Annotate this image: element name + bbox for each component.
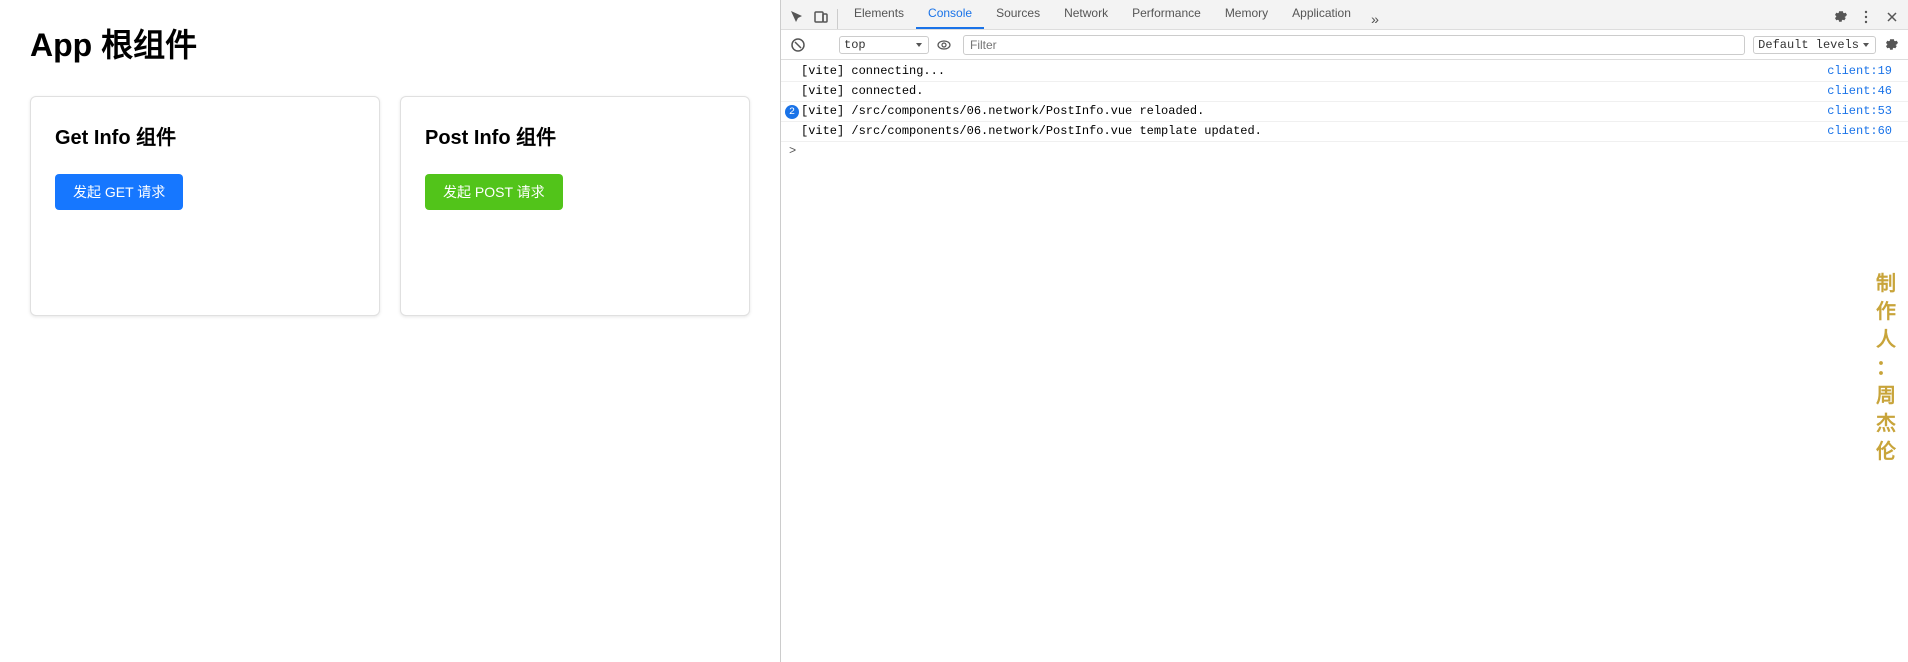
console-log-link-4[interactable]: client:60 <box>1827 124 1892 138</box>
watermark-char: 周 <box>1876 382 1898 410</box>
context-value: top <box>844 38 912 52</box>
tab-console[interactable]: Console <box>916 0 984 29</box>
tabs-more-button[interactable]: » <box>1365 13 1385 29</box>
console-eye-icon[interactable] <box>933 34 955 56</box>
watermark: 制 作 人 ： 周 杰 伦 <box>1876 270 1898 466</box>
console-clear-icon[interactable] <box>787 34 809 56</box>
console-log-text-2: [vite] connected. <box>801 84 1819 98</box>
toolbar-separator <box>837 9 838 29</box>
console-log-text-3: [vite] /src/components/06.network/PostIn… <box>801 104 1819 118</box>
post-info-title: Post Info 组件 <box>425 121 725 150</box>
console-filter-icon[interactable] <box>813 34 835 56</box>
close-devtools-icon[interactable] <box>1880 5 1904 29</box>
console-caret: > <box>789 144 796 158</box>
devtools-tabs-bar: Elements Console Sources Network Perform… <box>781 0 1908 30</box>
post-info-card: Post Info 组件 发起 POST 请求 <box>400 96 750 316</box>
app-title: App 根组件 <box>30 20 750 66</box>
context-dropdown-icon <box>914 40 924 50</box>
console-levels-label: Default levels <box>1758 38 1859 52</box>
console-log-line: [vite] connecting... client:19 <box>781 62 1908 82</box>
console-filter-input[interactable] <box>963 35 1745 55</box>
tab-application[interactable]: Application <box>1280 0 1363 29</box>
components-row: Get Info 组件 发起 GET 请求 Post Info 组件 发起 PO… <box>30 96 750 316</box>
app-panel: App 根组件 Get Info 组件 发起 GET 请求 Post Info … <box>0 0 780 662</box>
console-log-link-1[interactable]: client:19 <box>1827 64 1892 78</box>
more-options-icon[interactable] <box>1854 5 1878 29</box>
watermark-char: 作 <box>1876 298 1898 326</box>
tab-sources[interactable]: Sources <box>984 0 1052 29</box>
watermark-char: 人 <box>1876 326 1898 354</box>
tab-network[interactable]: Network <box>1052 0 1120 29</box>
console-settings-icon[interactable] <box>1880 34 1902 56</box>
watermark-char: 伦 <box>1876 438 1898 466</box>
console-log-line: [vite] connected. client:46 <box>781 82 1908 102</box>
device-toolbar-icon[interactable] <box>809 5 833 29</box>
watermark-char: 制 <box>1876 270 1898 298</box>
settings-icon[interactable] <box>1828 5 1852 29</box>
console-log-link-3[interactable]: client:53 <box>1827 104 1892 118</box>
console-levels-selector[interactable]: Default levels <box>1753 36 1876 54</box>
console-log-link-2[interactable]: client:46 <box>1827 84 1892 98</box>
watermark-char: ： <box>1876 354 1898 382</box>
tab-performance[interactable]: Performance <box>1120 0 1213 29</box>
levels-dropdown-icon <box>1861 40 1871 50</box>
context-selector[interactable]: top <box>839 36 929 54</box>
get-info-card: Get Info 组件 发起 GET 请求 <box>30 96 380 316</box>
inspect-element-icon[interactable] <box>785 5 809 29</box>
tab-elements[interactable]: Elements <box>842 0 916 29</box>
console-output: [vite] connecting... client:19 [vite] co… <box>781 60 1908 662</box>
devtools-panel: Elements Console Sources Network Perform… <box>780 0 1908 662</box>
console-repeat-badge: 2 <box>785 105 799 119</box>
console-log-text-4: [vite] /src/components/06.network/PostIn… <box>801 124 1819 138</box>
console-log-line: 2 [vite] /src/components/06.network/Post… <box>781 102 1908 122</box>
watermark-char: 杰 <box>1876 410 1898 438</box>
console-log-line: [vite] /src/components/06.network/PostIn… <box>781 122 1908 142</box>
console-toolbar: top Default levels <box>781 30 1908 60</box>
post-request-button[interactable]: 发起 POST 请求 <box>425 174 563 210</box>
get-request-button[interactable]: 发起 GET 请求 <box>55 174 183 210</box>
tab-memory[interactable]: Memory <box>1213 0 1280 29</box>
console-log-text-1: [vite] connecting... <box>801 64 1819 78</box>
get-info-title: Get Info 组件 <box>55 121 355 150</box>
console-input-line[interactable]: > <box>781 142 1908 160</box>
right-panel-controls <box>1828 5 1904 29</box>
